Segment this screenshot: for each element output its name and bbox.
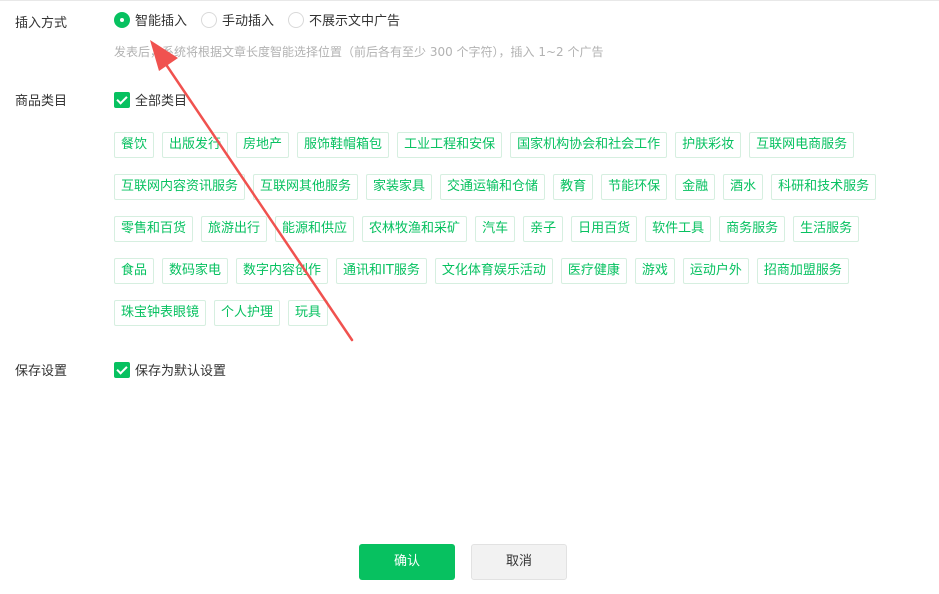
category-tag[interactable]: 个人护理: [214, 300, 281, 326]
category-tag[interactable]: 酒水: [723, 174, 764, 200]
category-tag[interactable]: 食品: [114, 258, 155, 284]
category-tag[interactable]: 房地产: [236, 132, 290, 158]
all-categories-label: 全部类目: [135, 94, 188, 109]
top-divider: [0, 0, 939, 1]
category-tag[interactable]: 数码家电: [162, 258, 229, 284]
save-settings-label: 保存设置: [15, 364, 68, 379]
radio-label: 不展示文中广告: [309, 14, 401, 29]
cancel-button[interactable]: 取消: [471, 544, 567, 580]
category-tag[interactable]: 文化体育娱乐活动: [434, 258, 553, 284]
category-tag[interactable]: 交通运输和仓储: [440, 174, 546, 200]
category-tag[interactable]: 生活服务: [793, 216, 860, 242]
category-tag[interactable]: 汽车: [475, 216, 516, 242]
category-label: 商品类目: [15, 94, 68, 109]
radio-unchecked-icon[interactable]: [288, 11, 305, 28]
radio-checked-icon[interactable]: [114, 11, 130, 28]
category-tag[interactable]: 金融: [675, 174, 716, 200]
category-tag[interactable]: 互联网电商服务: [749, 132, 855, 158]
category-tag[interactable]: 珠宝钟表眼镜: [114, 300, 207, 326]
category-tag[interactable]: 日用百货: [571, 216, 638, 242]
category-tag[interactable]: 玩具: [288, 300, 329, 326]
confirm-button[interactable]: 确认: [359, 544, 455, 580]
category-tag[interactable]: 能源和供应: [275, 216, 355, 242]
category-tag[interactable]: 医疗健康: [560, 258, 627, 284]
category-tag[interactable]: 游戏: [634, 258, 675, 284]
category-tag[interactable]: 教育: [553, 174, 594, 200]
category-tag[interactable]: 出版发行: [162, 132, 229, 158]
radio-label: 手动插入: [222, 14, 275, 29]
category-tag[interactable]: 互联网内容资讯服务: [114, 174, 246, 200]
radio-smart-insert[interactable]: 智能插入: [114, 10, 187, 29]
radio-manual-insert[interactable]: 手动插入: [201, 10, 274, 29]
all-categories-checkbox[interactable]: 全部类目: [114, 90, 187, 109]
insert-mode-label: 插入方式: [15, 16, 68, 31]
insert-mode-radio-group: 智能插入 手动插入 不展示文中广告: [114, 10, 414, 29]
radio-unchecked-icon[interactable]: [201, 11, 218, 28]
category-tag[interactable]: 亲子: [523, 216, 564, 242]
category-tag[interactable]: 招商加盟服务: [756, 258, 849, 284]
category-tag[interactable]: 国家机构协会和社会工作: [510, 132, 668, 158]
insert-mode-hint: 发表后，系统将根据文章长度智能选择位置（前后各有至少 300 个字符），插入 1…: [114, 45, 604, 59]
category-tag[interactable]: 农林牧渔和采矿: [362, 216, 468, 242]
save-default-label: 保存为默认设置: [135, 364, 227, 379]
category-tag[interactable]: 科研和技术服务: [771, 174, 877, 200]
category-tag[interactable]: 护肤彩妆: [675, 132, 742, 158]
category-tag[interactable]: 运动户外: [682, 258, 749, 284]
radio-no-ads[interactable]: 不展示文中广告: [288, 10, 400, 29]
category-tag[interactable]: 互联网其他服务: [253, 174, 359, 200]
category-tag[interactable]: 节能环保: [601, 174, 668, 200]
category-tag[interactable]: 餐饮: [114, 132, 155, 158]
save-default-checkbox[interactable]: 保存为默认设置: [114, 360, 226, 379]
category-tag[interactable]: 零售和百货: [114, 216, 194, 242]
category-tag[interactable]: 数字内容创作: [236, 258, 329, 284]
category-tag[interactable]: 旅游出行: [201, 216, 268, 242]
category-tag[interactable]: 工业工程和安保: [397, 132, 503, 158]
category-tag-list: 餐饮 出版发行 房地产 服饰鞋帽箱包 工业工程和安保 国家机构协会和社会工作 护肤彩妆 互联网…: [114, 132, 904, 326]
category-tag[interactable]: 商务服务: [719, 216, 786, 242]
checkbox-checked-icon[interactable]: [114, 91, 130, 108]
category-tag[interactable]: 通讯和IT服务: [336, 258, 427, 284]
category-tag[interactable]: 软件工具: [645, 216, 712, 242]
category-tag[interactable]: 家装家具: [366, 174, 433, 200]
category-tag[interactable]: 服饰鞋帽箱包: [297, 132, 390, 158]
checkbox-checked-icon[interactable]: [114, 361, 130, 378]
radio-label: 智能插入: [135, 14, 188, 29]
